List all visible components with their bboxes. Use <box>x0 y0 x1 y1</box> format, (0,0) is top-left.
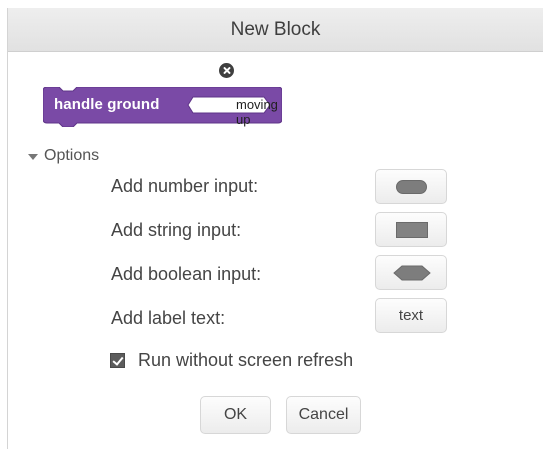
add-number-input-label: Add number input: <box>111 176 259 196</box>
ok-button[interactable]: OK <box>200 396 271 434</box>
dialog-border <box>7 8 8 449</box>
custom-block-preview[interactable]: handle ground moving up <box>43 87 282 127</box>
options-label: Options <box>44 147 100 164</box>
dialog-titlebar[interactable]: New Block <box>8 8 543 52</box>
dialog-title: New Block <box>230 19 321 40</box>
new-block-dialog: New Block handle ground moving up Option… <box>0 0 543 449</box>
block-input-slot[interactable]: moving up <box>236 97 282 127</box>
add-boolean-input-button[interactable] <box>375 255 447 290</box>
triangle-down-icon <box>28 154 38 160</box>
close-circle-icon[interactable] <box>219 63 234 78</box>
add-string-input-button[interactable] <box>375 212 447 247</box>
run-without-refresh-checkbox[interactable] <box>110 353 125 368</box>
label-text-button-label: text <box>398 307 424 324</box>
add-label-text-button[interactable]: text <box>375 298 447 333</box>
block-label: handle ground <box>54 96 160 113</box>
add-label-text-label: Add label text: <box>111 308 226 328</box>
run-without-refresh-label[interactable]: Run without screen refresh <box>138 350 353 371</box>
add-number-input-button[interactable] <box>375 169 447 204</box>
rounded-pill-icon <box>396 180 427 194</box>
add-string-input-label: Add string input: <box>111 220 242 240</box>
cancel-button[interactable]: Cancel <box>286 396 361 434</box>
rectangle-icon <box>396 222 428 238</box>
add-boolean-input-label: Add boolean input: <box>111 264 262 284</box>
hexagon-icon <box>393 265 431 281</box>
